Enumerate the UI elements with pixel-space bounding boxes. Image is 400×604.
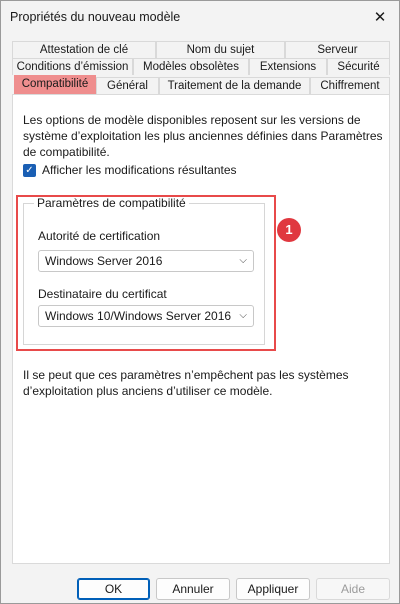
- description-text: Les options de modèle disponibles repose…: [23, 113, 383, 159]
- tab-extensions[interactable]: Extensions: [249, 58, 327, 75]
- tab-securite[interactable]: Sécurité: [327, 58, 390, 75]
- dialog-window: Propriétés du nouveau modèle ✕ Attestati…: [0, 0, 400, 604]
- help-button[interactable]: Aide: [316, 578, 390, 600]
- apply-button[interactable]: Appliquer: [236, 578, 310, 600]
- tab-conditions-emission[interactable]: Conditions d’émission: [12, 58, 133, 75]
- title-bar: Propriétés du nouveau modèle ✕: [1, 1, 399, 33]
- cancel-button[interactable]: Annuler: [156, 578, 230, 600]
- show-changes-label: Afficher les modifications résultantes: [42, 163, 237, 177]
- tab-general[interactable]: Général: [96, 77, 159, 94]
- checkbox-checked-icon[interactable]: ✓: [23, 163, 36, 177]
- tab-nom-du-sujet[interactable]: Nom du sujet: [156, 41, 285, 58]
- show-changes-checkbox-row[interactable]: ✓ Afficher les modifications résultantes: [23, 163, 237, 177]
- annotation-highlight-box: [16, 195, 276, 351]
- tab-serveur[interactable]: Serveur: [285, 41, 390, 58]
- tab-compatibilite[interactable]: Compatibilité: [14, 75, 96, 94]
- ok-button[interactable]: OK: [77, 578, 150, 600]
- close-icon[interactable]: ✕: [367, 4, 393, 30]
- tab-modeles-obsoletes[interactable]: Modèles obsolètes: [133, 58, 249, 75]
- annotation-marker: 1: [277, 218, 301, 242]
- tab-traitement-de-la-demande[interactable]: Traitement de la demande: [159, 77, 310, 94]
- tab-chiffrement[interactable]: Chiffrement: [310, 77, 390, 94]
- warning-text: Il se peut que ces paramètres n’empêchen…: [23, 368, 349, 398]
- window-title: Propriétés du nouveau modèle: [10, 10, 181, 24]
- tab-attestation-de-cle[interactable]: Attestation de clé: [12, 41, 156, 58]
